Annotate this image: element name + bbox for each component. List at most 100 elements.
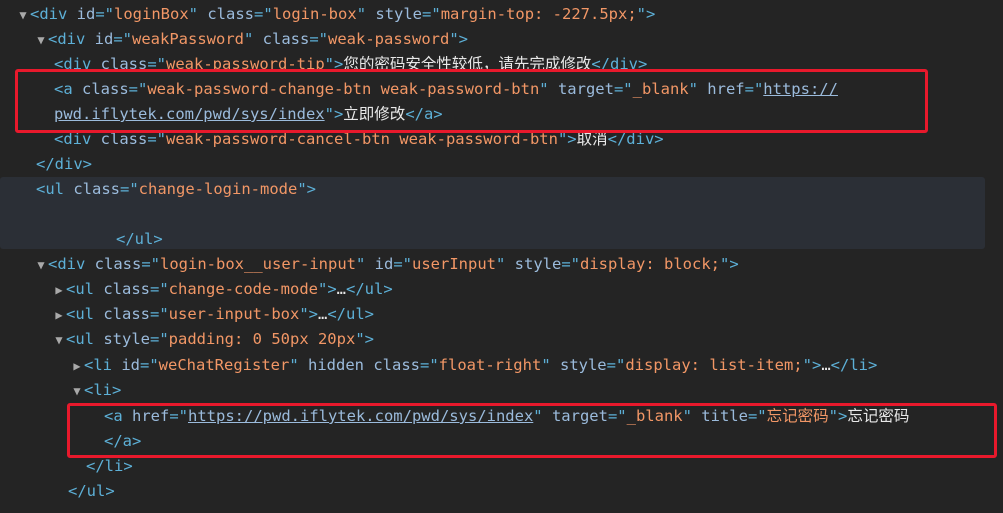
attribute-value: userInput bbox=[412, 255, 496, 273]
attribute-value: margin-top: -227.5px; bbox=[440, 5, 637, 23]
dom-node-weak-password-close[interactable]: </div> bbox=[36, 152, 92, 177]
tag-token: "> bbox=[636, 5, 656, 23]
attribute-name: hidden class bbox=[308, 356, 420, 374]
tag-token: <div bbox=[30, 5, 77, 23]
attribute-value: padding: 0 50px 20px bbox=[168, 330, 356, 348]
tag-token: <ul bbox=[66, 305, 104, 323]
collapse-triangle-icon[interactable]: ▼ bbox=[34, 253, 48, 278]
attribute-name: class bbox=[73, 180, 120, 198]
attribute-name: style bbox=[559, 356, 607, 374]
tag-token: </ul> bbox=[116, 230, 163, 248]
collapse-triangle-icon[interactable]: ▼ bbox=[52, 328, 66, 353]
dom-node-wechat-register[interactable]: ▶ <li id="weChatRegister" hidden class="f… bbox=[70, 353, 877, 378]
collapse-triangle-icon[interactable]: ▼ bbox=[34, 28, 48, 53]
attribute-value: display: block; bbox=[580, 255, 720, 273]
dom-node-user-input[interactable]: ▼ <div class="login-box__user-input" id="… bbox=[34, 252, 739, 278]
tag-token: </div> bbox=[36, 155, 92, 173]
attribute-value: loginBox bbox=[114, 5, 189, 23]
tag-token: =" bbox=[141, 255, 161, 273]
tag-token: =" bbox=[95, 5, 115, 23]
tag-token: </li> bbox=[86, 457, 133, 475]
collapsed-ellipsis: … bbox=[336, 280, 346, 298]
tag-token: =" bbox=[309, 30, 329, 48]
attribute-value: weakPassword bbox=[132, 30, 244, 48]
tag-token: =" bbox=[150, 280, 169, 298]
attribute-name: class bbox=[103, 305, 150, 323]
attribute-name: class bbox=[103, 280, 150, 298]
attribute-name: id bbox=[121, 356, 140, 374]
tag-token: "> bbox=[449, 30, 469, 48]
attribute-value: float-right bbox=[438, 356, 542, 374]
attribute-value: user-input-box bbox=[168, 305, 300, 323]
attribute-value: change-login-mode bbox=[138, 180, 298, 198]
tag-token: "> bbox=[802, 356, 822, 374]
tag-token: "> bbox=[720, 255, 739, 273]
tag-token: "> bbox=[299, 305, 318, 323]
tag-token: =" bbox=[150, 305, 169, 323]
attribute-value: display: list-item; bbox=[625, 356, 803, 374]
attribute-name: style bbox=[103, 330, 150, 348]
collapse-triangle-icon[interactable]: ▼ bbox=[70, 379, 84, 404]
tag-token: <div bbox=[48, 30, 95, 48]
attribute-name: class bbox=[94, 255, 142, 273]
dom-node-padding-ul[interactable]: ▼ <ul style="padding: 0 50px 20px"> bbox=[52, 327, 374, 352]
attribute-name: style bbox=[514, 255, 562, 273]
dom-node-change-login-mode[interactable]: <ul class="change-login-mode"> bbox=[36, 177, 316, 202]
tag-token: " bbox=[541, 356, 560, 374]
attribute-name: class bbox=[262, 30, 310, 48]
collapse-triangle-icon[interactable]: ▼ bbox=[16, 3, 30, 28]
tag-token: </li> bbox=[830, 356, 878, 374]
dom-node-change-login-mode-close[interactable]: </ul> bbox=[116, 227, 163, 252]
tag-token: =" bbox=[419, 356, 439, 374]
tag-token: " bbox=[289, 356, 308, 374]
tag-token: "> bbox=[355, 330, 374, 348]
dom-node-li[interactable]: ▼ <li> bbox=[70, 378, 121, 403]
tag-token: <ul bbox=[66, 280, 104, 298]
tag-token: </ul> bbox=[346, 280, 393, 298]
tag-token: <ul bbox=[36, 180, 74, 198]
expand-triangle-icon[interactable]: ▶ bbox=[52, 278, 66, 303]
tag-token: =" bbox=[140, 356, 159, 374]
tag-token: <ul bbox=[66, 330, 104, 348]
attribute-value: change-code-mode bbox=[168, 280, 318, 298]
tag-token: =" bbox=[254, 5, 273, 23]
attribute-value: login-box bbox=[272, 5, 357, 23]
highlight-box-forgot-link bbox=[67, 403, 997, 458]
tag-token: " bbox=[356, 5, 376, 23]
panel-top-edge bbox=[0, 0, 1003, 2]
dom-node-login-box[interactable]: ▼ <div id="loginBox" class="login-box" st… bbox=[16, 2, 655, 27]
tag-token: =" bbox=[113, 30, 133, 48]
attribute-name: class bbox=[207, 5, 255, 23]
expand-triangle-icon[interactable]: ▶ bbox=[52, 303, 66, 328]
tag-token: </ul> bbox=[68, 482, 115, 500]
tag-token: =" bbox=[422, 5, 441, 23]
attribute-name: style bbox=[375, 5, 423, 23]
tag-token: =" bbox=[393, 255, 412, 273]
dom-node-weak-password[interactable]: ▼ <div id="weakPassword" class="weak-pass… bbox=[34, 27, 468, 52]
tag-token: </ul> bbox=[327, 305, 375, 323]
attribute-value: weak-password bbox=[328, 30, 450, 48]
dom-node-change-code-mode[interactable]: ▶ <ul class="change-code-mode">…</ul> bbox=[52, 277, 393, 303]
tag-token: <li bbox=[84, 356, 122, 374]
tag-token: =" bbox=[561, 255, 581, 273]
tag-token: " bbox=[355, 255, 375, 273]
attribute-name: id bbox=[374, 255, 394, 273]
attribute-value: login-box__user-input bbox=[160, 255, 356, 273]
expand-triangle-icon[interactable]: ▶ bbox=[70, 354, 84, 379]
tag-token: " bbox=[496, 255, 515, 273]
dom-node-ul-close[interactable]: </ul> bbox=[68, 479, 115, 504]
tag-token: " bbox=[244, 30, 263, 48]
tag-token: "> bbox=[297, 180, 316, 198]
tag-token: =" bbox=[606, 356, 626, 374]
highlight-box-change-link bbox=[15, 69, 928, 133]
collapsed-ellipsis: … bbox=[318, 305, 328, 323]
dom-node-user-input-box[interactable]: ▶ <ul class="user-input-box">…</ul> bbox=[52, 302, 374, 327]
attribute-value: weChatRegister bbox=[158, 356, 290, 374]
tag-token: =" bbox=[150, 330, 169, 348]
tag-token: =" bbox=[120, 180, 139, 198]
attribute-name: id bbox=[94, 30, 114, 48]
tag-token: <div bbox=[48, 255, 95, 273]
tag-token: <li> bbox=[84, 381, 122, 399]
attribute-name: id bbox=[76, 5, 96, 23]
collapsed-ellipsis: … bbox=[821, 356, 831, 374]
